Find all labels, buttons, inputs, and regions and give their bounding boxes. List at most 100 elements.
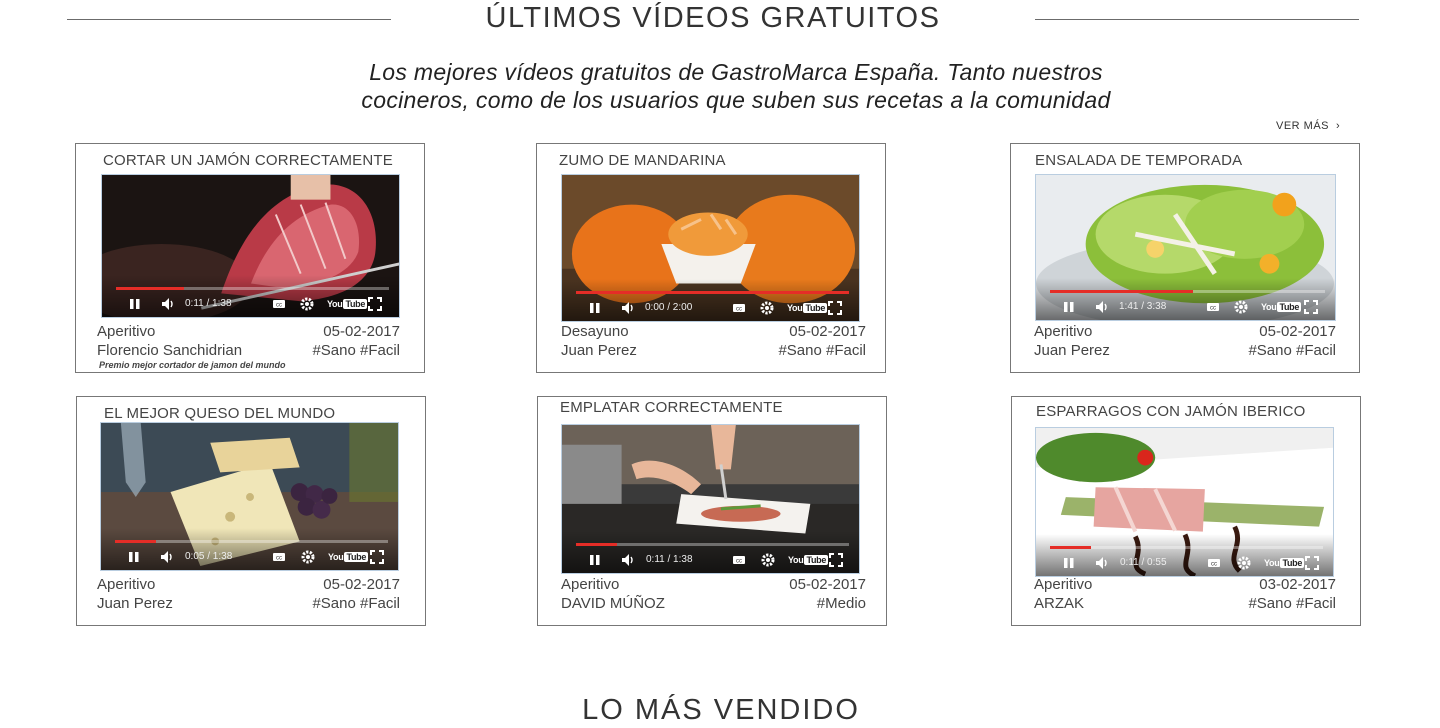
video-title: CORTAR UN JAMÓN CORRECTAMENTE: [103, 152, 393, 169]
video-date: 05-02-2017: [323, 323, 400, 340]
video-category: Aperitivo: [97, 576, 156, 593]
video-date: 03-02-2017: [1259, 576, 1336, 593]
progress-bar[interactable]: [1050, 290, 1325, 293]
settings-gear-icon[interactable]: [300, 549, 316, 565]
pause-icon[interactable]: [589, 552, 601, 568]
captions-icon[interactable]: cc: [732, 552, 746, 568]
fullscreen-icon[interactable]: [367, 296, 383, 312]
see-more-link[interactable]: VER MÁS ›: [1276, 120, 1340, 132]
video-tags[interactable]: #Sano #Facil: [1248, 341, 1336, 360]
youtube-you: You: [787, 303, 803, 313]
progress-bar[interactable]: [576, 543, 849, 546]
youtube-logo-icon[interactable]: You Tube: [328, 549, 369, 565]
settings-gear-icon[interactable]: [760, 552, 776, 568]
pause-icon[interactable]: [589, 300, 601, 316]
video-tags[interactable]: #Sano #Facil: [312, 594, 400, 613]
video-tags[interactable]: #Medio: [817, 594, 866, 613]
video-player[interactable]: 0:05 / 1:38 cc You Tube: [100, 422, 399, 571]
youtube-logo-icon[interactable]: You Tube: [787, 300, 828, 316]
video-category: Desayuno: [561, 323, 629, 340]
youtube-tube: Tube: [804, 555, 829, 565]
video-author[interactable]: Juan Perez: [97, 594, 173, 613]
video-date: 05-02-2017: [789, 576, 866, 593]
volume-icon[interactable]: [1094, 299, 1110, 315]
fullscreen-icon[interactable]: [828, 552, 844, 568]
video-date: 05-02-2017: [323, 576, 400, 593]
video-author[interactable]: Juan Perez: [561, 341, 637, 360]
youtube-tube: Tube: [1280, 558, 1305, 568]
progress-fill: [115, 540, 156, 543]
pause-icon[interactable]: [1063, 299, 1075, 315]
video-card-ensalada: ENSALADA DE TEMPORADA 1:41 / 3:38 cc You…: [1010, 143, 1360, 373]
pause-icon[interactable]: [129, 296, 141, 312]
fullscreen-icon[interactable]: [827, 300, 843, 316]
captions-icon[interactable]: cc: [1207, 555, 1221, 571]
video-category: Aperitivo: [1034, 576, 1093, 593]
video-player[interactable]: 0:00 / 2:00 cc You Tube: [561, 174, 860, 322]
video-category: Aperitivo: [1034, 323, 1093, 340]
progress-fill: [576, 291, 849, 294]
youtube-tube: Tube: [344, 552, 369, 562]
video-player[interactable]: 1:41 / 3:38 cc You Tube: [1035, 174, 1336, 321]
fullscreen-icon[interactable]: [369, 549, 385, 565]
video-player[interactable]: 0:11 / 1:38 cc You Tube: [101, 174, 400, 318]
settings-gear-icon[interactable]: [1236, 555, 1252, 571]
header-divider-left: [67, 19, 391, 20]
youtube-logo-icon[interactable]: You Tube: [788, 552, 829, 568]
video-player[interactable]: 0:11 / 0:55 cc You Tube: [1035, 427, 1334, 577]
volume-icon[interactable]: [620, 300, 636, 316]
chevron-right-icon: ›: [1336, 120, 1341, 132]
video-author[interactable]: ARZAK: [1034, 594, 1084, 613]
video-time: 1:41 / 3:38: [1119, 301, 1167, 312]
video-date: 05-02-2017: [789, 323, 866, 340]
volume-icon[interactable]: [1094, 555, 1110, 571]
video-time: 0:11 / 0:55: [1120, 557, 1167, 568]
video-title: EL MEJOR QUESO DEL MUNDO: [104, 405, 336, 422]
section-title: ÚLTIMOS VÍDEOS GRATUITOS: [485, 2, 941, 34]
fullscreen-icon[interactable]: [1304, 555, 1320, 571]
volume-icon[interactable]: [159, 549, 175, 565]
video-tags[interactable]: #Sano #Facil: [1248, 594, 1336, 613]
youtube-logo-icon[interactable]: You Tube: [1261, 299, 1302, 315]
video-card-mandarina: ZUMO DE MANDARINA 0:00 / 2:00 cc You Tube…: [536, 143, 886, 373]
fullscreen-icon[interactable]: [1303, 299, 1319, 315]
video-tags[interactable]: #Sano #Facil: [778, 341, 866, 360]
next-section-title: LO MÁS VENDIDO: [582, 694, 860, 726]
captions-icon[interactable]: cc: [272, 296, 286, 312]
youtube-logo-icon[interactable]: You Tube: [1264, 555, 1305, 571]
captions-icon[interactable]: cc: [1206, 299, 1220, 315]
svg-text:cc: cc: [276, 303, 282, 309]
settings-gear-icon[interactable]: [759, 300, 775, 316]
video-time: 0:11 / 1:38: [646, 554, 693, 565]
progress-bar[interactable]: [115, 540, 388, 543]
progress-bar[interactable]: [576, 291, 849, 294]
progress-bar[interactable]: [1050, 546, 1323, 549]
youtube-logo-icon[interactable]: You Tube: [327, 296, 368, 312]
pause-icon[interactable]: [128, 549, 140, 565]
settings-gear-icon[interactable]: [299, 296, 315, 312]
video-author[interactable]: Juan Perez: [1034, 341, 1110, 360]
player-controls: 0:11 / 1:38 cc You Tube: [102, 275, 399, 317]
captions-icon[interactable]: cc: [732, 300, 746, 316]
video-card-esparragos: ESPARRAGOS CON JAMÓN IBERICO 0:11 / 0:55…: [1011, 396, 1361, 626]
volume-icon[interactable]: [620, 552, 636, 568]
video-title: ESPARRAGOS CON JAMÓN IBERICO: [1036, 403, 1306, 420]
youtube-tube: Tube: [1277, 302, 1302, 312]
video-author[interactable]: Florencio Sanchidrian: [97, 341, 242, 360]
video-category: Aperitivo: [561, 576, 620, 593]
header-divider-right: [1035, 19, 1359, 20]
youtube-tube: Tube: [803, 303, 828, 313]
video-title: ENSALADA DE TEMPORADA: [1035, 152, 1243, 169]
pause-icon[interactable]: [1063, 555, 1075, 571]
captions-icon[interactable]: cc: [272, 549, 286, 565]
progress-bar[interactable]: [116, 287, 389, 290]
video-player[interactable]: 0:11 / 1:38 cc You Tube: [561, 424, 860, 574]
volume-icon[interactable]: [160, 296, 176, 312]
video-category: Aperitivo: [97, 323, 156, 340]
settings-gear-icon[interactable]: [1233, 299, 1249, 315]
video-tags[interactable]: #Sano #Facil: [312, 341, 400, 360]
video-author[interactable]: DAVID MÚÑOZ: [561, 594, 665, 613]
subtitle-line-2: cocineros, como de los usuarios que sube…: [361, 87, 1111, 113]
youtube-you: You: [328, 552, 344, 562]
svg-text:cc: cc: [276, 556, 282, 562]
